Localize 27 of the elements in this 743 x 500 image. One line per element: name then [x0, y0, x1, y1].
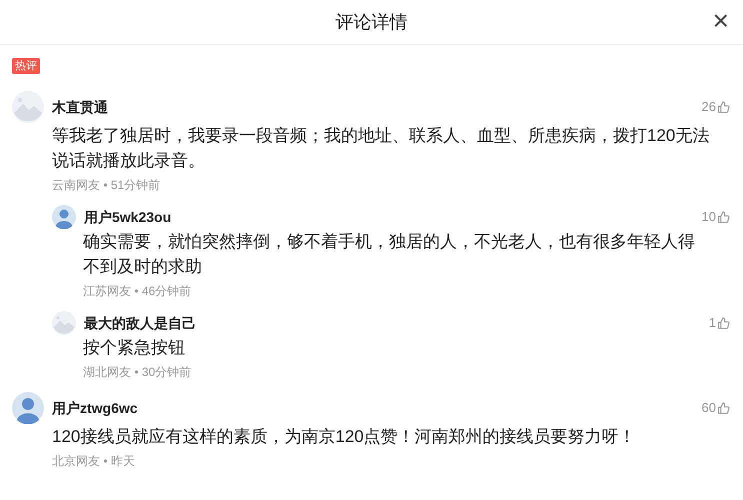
like-count: 1 — [708, 314, 716, 332]
close-button[interactable]: × — [712, 6, 729, 36]
thumbs-up-icon[interactable] — [717, 210, 730, 224]
comment-text: 120接线员就应有这样的素质，为南京120点赞！河南郑州的接线员要努力呀！ — [52, 426, 637, 448]
user-name[interactable]: 木直贯通 — [52, 96, 108, 118]
like-count: 10 — [702, 208, 716, 226]
avatar-icon — [52, 205, 76, 229]
thumbs-up-icon[interactable] — [717, 316, 730, 330]
comment-meta: 江苏网友 • 46分钟前 — [83, 283, 192, 299]
like-count: 60 — [702, 399, 716, 418]
avatar-icon — [12, 392, 44, 424]
comment-meta: 北京网友 • 昨天 — [52, 453, 136, 469]
avatar-icon — [12, 91, 44, 123]
thumbs-up-icon[interactable] — [717, 402, 730, 414]
comment-text: 确实需要，就怕突然摔倒，够不着手机，独居的人，不光老人，也有很多年轻人得不到及时的求助 — [83, 231, 696, 278]
like-count: 26 — [702, 98, 716, 116]
comment-text: 按个紧急按钮 — [83, 337, 186, 359]
hot-comment-badge: 热评 — [12, 58, 40, 74]
thumbs-up-icon[interactable] — [717, 100, 730, 114]
user-name[interactable]: 用户5wk23ou — [84, 206, 172, 228]
comment-text: 等我老了独居时，我要录一段音频；我的地址、联系人、血型、所患疾病，拨打120无法说话就播放此录音。 — [52, 125, 710, 172]
user-name[interactable]: 最大的敌人是自己 — [84, 312, 196, 334]
avatar-icon — [52, 311, 76, 335]
comment-meta: 湖北网友 • 30分钟前 — [83, 364, 192, 380]
comment-meta: 云南网友 • 51分钟前 — [52, 177, 162, 193]
page-title: 评论详情 — [336, 10, 408, 34]
user-name[interactable]: 用户ztwg6wc — [52, 398, 138, 418]
